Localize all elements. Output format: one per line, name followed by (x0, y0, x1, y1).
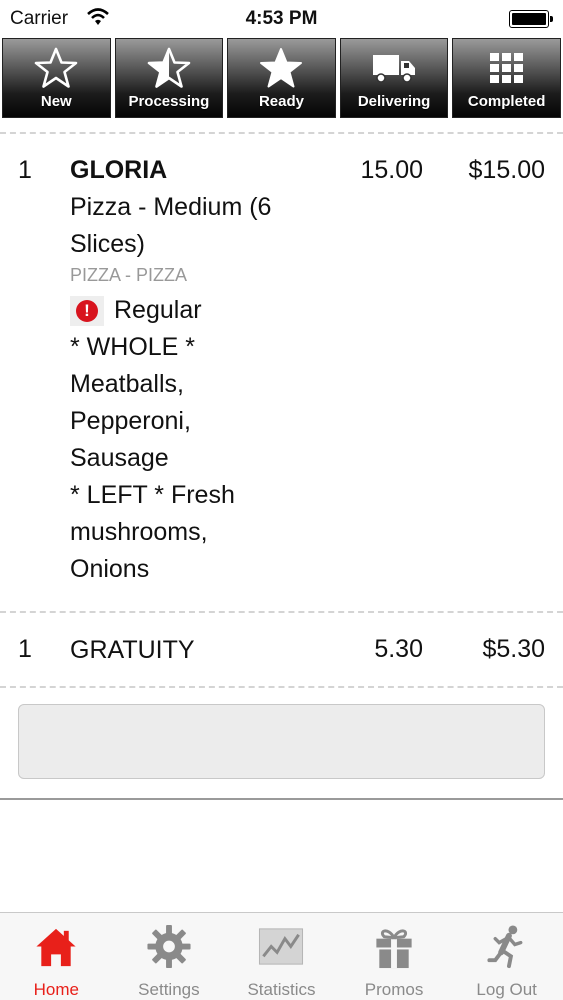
home-icon (36, 928, 76, 967)
status-bar: Carrier 4:53 PM (0, 0, 563, 38)
item-unit-price: 15.00 (360, 156, 423, 184)
gift-icon (376, 929, 412, 969)
item-total: $15.00 (468, 156, 545, 184)
tab-completed-label: Completed (467, 93, 546, 110)
tab-delivering[interactable]: Delivering (339, 38, 449, 118)
order-item-row[interactable]: 1 5.30 $5.30 GRATUITY (0, 613, 563, 686)
battery-icon (509, 10, 553, 28)
tab-completed[interactable]: Completed (452, 38, 561, 118)
item-total: $5.30 (482, 635, 545, 663)
running-man-icon (487, 925, 523, 969)
tab-promos[interactable]: Promos (338, 913, 451, 1000)
item-alert-text: Regular (114, 296, 202, 324)
tab-log-out-label: Log Out (476, 980, 537, 999)
order-item-row[interactable]: 1 15.00 $15.00 GLORIA Pizza - Medium (6 … (0, 134, 563, 611)
tab-processing-label: Processing (128, 93, 210, 110)
gear-icon (147, 924, 191, 969)
order-notes-field[interactable] (18, 704, 545, 779)
item-modifier: mushrooms, (70, 518, 208, 546)
tab-promos-label: Promos (364, 980, 424, 999)
item-modifier: * LEFT * Fresh (70, 481, 235, 509)
item-qty: 1 (18, 635, 32, 663)
item-qty: 1 (18, 156, 32, 184)
chart-icon (259, 928, 304, 965)
tab-delivering-label: Delivering (357, 93, 431, 110)
item-unit-price: 5.30 (374, 635, 423, 663)
item-category: PIZZA - PIZZA (70, 265, 188, 285)
clock: 4:53 PM (245, 8, 318, 29)
tab-settings[interactable]: Settings (113, 913, 226, 1000)
item-description: Pizza - Medium (6 Slices) (70, 193, 272, 258)
item-name: GLORIA (70, 156, 168, 184)
item-name: GRATUITY (70, 636, 195, 664)
item-modifier: * WHOLE * (70, 333, 196, 361)
tab-ready-label: Ready (258, 93, 304, 110)
divider (0, 798, 563, 800)
tab-home-label: Home (33, 980, 79, 999)
item-modifier: Meatballs, (70, 370, 184, 398)
tab-home[interactable]: Home (0, 913, 113, 1000)
divider (0, 686, 563, 688)
star-half-icon (147, 47, 191, 88)
tab-statistics[interactable]: Statistics (225, 913, 338, 1000)
item-modifier: Onions (70, 555, 150, 583)
tab-processing[interactable]: Processing (114, 38, 224, 118)
tab-ready[interactable]: Ready (227, 38, 336, 118)
star-filled-icon (260, 48, 303, 88)
tab-log-out[interactable]: Log Out (450, 913, 563, 1000)
item-modifier: Sausage (70, 444, 169, 472)
grid-icon (489, 53, 523, 83)
truck-icon (373, 55, 416, 83)
tab-settings-label: Settings (138, 980, 200, 999)
star-outline-icon (34, 47, 78, 88)
order-status-tabs: New Processing Ready Delivering Complete… (0, 38, 563, 118)
bottom-tab-bar: Home Settings Statistics Promos Log Out (0, 912, 563, 1000)
item-modifier: Pepperoni, (70, 407, 191, 435)
tab-statistics-label: Statistics (247, 980, 316, 999)
tab-new[interactable]: New (2, 38, 111, 118)
alert-icon: ! (70, 295, 104, 326)
order-items-list: 1 15.00 $15.00 GLORIA Pizza - Medium (6 … (0, 118, 563, 800)
tab-new-label: New (40, 93, 72, 110)
